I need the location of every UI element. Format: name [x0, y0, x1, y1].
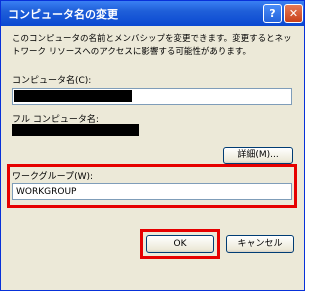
details-button[interactable]: 詳細(M)...	[223, 147, 293, 164]
dialog-window: コンピュータ名の変更 ? ✕ このコンピュータの名前とメンバシップを変更できます…	[0, 0, 305, 291]
ok-button[interactable]: OK	[146, 235, 214, 253]
title-bar[interactable]: コンピュータ名の変更 ? ✕	[1, 1, 304, 26]
dialog-body: このコンピュータの名前とメンバシップを変更できます。変更するとネットワーク リソ…	[4, 26, 301, 289]
workgroup-label: ワークグループ(W):	[12, 172, 94, 182]
close-button[interactable]: ✕	[284, 4, 303, 23]
window-title: コンピュータ名の変更	[8, 8, 118, 21]
redacted-computer-name	[14, 90, 132, 102]
redacted-full-computer-name	[12, 124, 139, 136]
computer-name-label: コンピュータ名(C):	[12, 76, 92, 86]
workgroup-input[interactable]	[12, 183, 292, 200]
description-text: このコンピュータの名前とメンバシップを変更できます。変更するとネットワーク リソ…	[12, 34, 292, 57]
help-button[interactable]: ?	[263, 4, 282, 23]
help-icon: ?	[269, 7, 276, 20]
close-icon: ✕	[288, 7, 299, 20]
cancel-button[interactable]: キャンセル	[226, 235, 294, 253]
